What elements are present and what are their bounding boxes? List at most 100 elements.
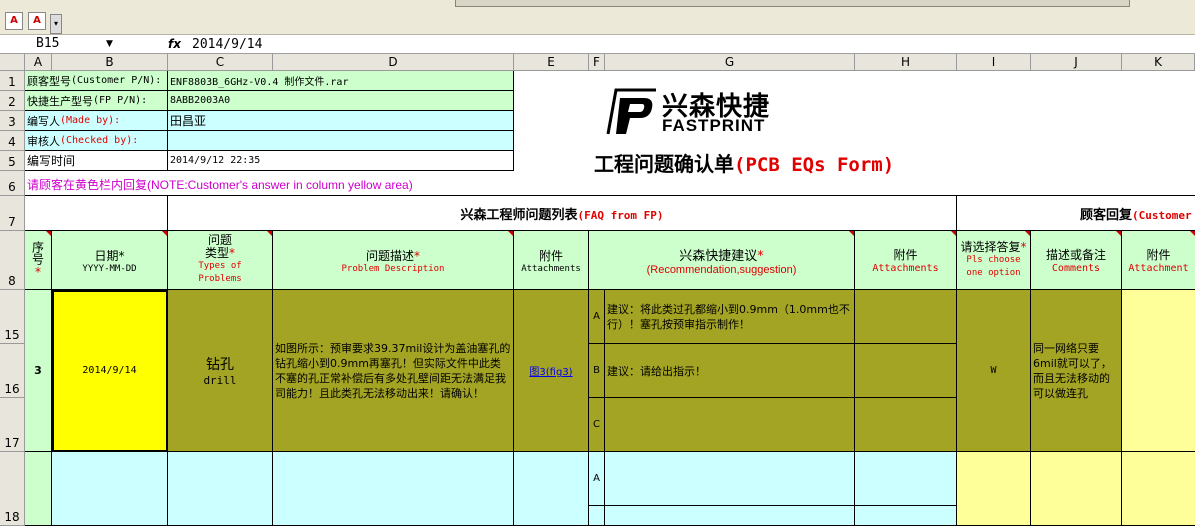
header-attach3-en: Attachment xyxy=(1128,263,1189,274)
option-key-b: B xyxy=(589,344,605,398)
next-description[interactable] xyxy=(273,452,514,526)
row-header-5[interactable]: 5 xyxy=(0,151,25,171)
col-header-c[interactable]: C xyxy=(168,54,273,71)
select-all-corner[interactable] xyxy=(0,54,25,71)
comment-marker xyxy=(849,231,854,236)
option-attach-b[interactable] xyxy=(855,344,957,398)
customer-pn-label-cn: 顾客型号 xyxy=(27,74,71,88)
next-customer-comment[interactable] xyxy=(1031,452,1122,526)
next-option-text-a[interactable] xyxy=(605,452,855,506)
fp-pn-value[interactable]: 8ABB2003A0 xyxy=(168,91,514,111)
issue-attachment-cell: 图3(fig3) xyxy=(514,290,589,452)
section-fp-en: (FAQ from FP) xyxy=(577,208,664,222)
next-customer-choice[interactable] xyxy=(957,452,1031,526)
header-choose: 请选择答复* Pls choose one option xyxy=(957,231,1031,290)
customer-attachment[interactable] xyxy=(1122,290,1195,452)
row-header-16[interactable]: 16 xyxy=(0,344,25,398)
header-attach-en: Attachments xyxy=(521,263,581,274)
customer-pn-label: 顾客型号 (Customer P/N): xyxy=(25,71,168,91)
header-desc-en: Problem Description xyxy=(341,263,445,274)
option-text-c[interactable] xyxy=(605,398,855,452)
col-header-h[interactable]: H xyxy=(855,54,957,71)
checked-by-label-cn: 审核人 xyxy=(27,134,60,148)
row-header-17[interactable]: 17 xyxy=(0,398,25,452)
col-header-g[interactable]: G xyxy=(605,54,855,71)
comment-marker xyxy=(1190,231,1195,236)
toolbar-strip xyxy=(455,0,1130,7)
form-title-en: (PCB EQs Form) xyxy=(734,154,895,176)
customer-choice[interactable]: W xyxy=(957,290,1031,452)
row-header-7[interactable]: 7 xyxy=(0,196,25,231)
fx-icon[interactable]: fx xyxy=(168,35,181,54)
fp-pn-label-cn: 快捷生产型号 xyxy=(27,94,93,108)
option-attach-a[interactable] xyxy=(855,290,957,344)
col-header-j[interactable]: J xyxy=(1031,54,1122,71)
col-header-k[interactable]: K xyxy=(1122,54,1195,71)
next-type[interactable] xyxy=(168,452,273,526)
option-text-b[interactable]: 建议：请给出指示！ xyxy=(605,344,855,398)
toolbar-options-icon[interactable]: ▾ xyxy=(50,14,62,34)
next-date[interactable] xyxy=(52,452,168,526)
issue-attachment-link[interactable]: 图3(fig3) xyxy=(529,363,572,378)
row-header-8[interactable]: 8 xyxy=(0,231,25,290)
col-header-d[interactable]: D xyxy=(273,54,514,71)
row-header-6[interactable]: 6 xyxy=(0,171,25,196)
comment-marker xyxy=(46,231,51,236)
option-key-c: C xyxy=(589,398,605,452)
col-header-b[interactable]: B xyxy=(52,54,168,71)
date-label: 编写时间 xyxy=(25,151,168,171)
header-choose-cn: 请选择答复 xyxy=(960,239,1021,254)
issue-description[interactable]: 如图所示：预审要求39.37mil设计为盖油塞孔的钻孔缩小到0.9mm再塞孔！但… xyxy=(273,290,514,452)
header-attach2-cn: 附件 xyxy=(893,248,918,262)
made-by-value[interactable]: 田昌亚 xyxy=(168,111,514,131)
row-header-4[interactable]: 4 xyxy=(0,131,25,151)
checked-by-label: 审核人 (Checked by): xyxy=(25,131,168,151)
header-type-en: Types of Problems xyxy=(198,261,242,284)
next-attachment[interactable] xyxy=(514,452,589,526)
row-header-18[interactable]: 18 xyxy=(0,452,25,526)
next-seq[interactable] xyxy=(25,452,52,526)
option-text-a[interactable]: 建议：将此类过孔都缩小到0.9mm（1.0mm也不行）！塞孔按预审指示制作！ xyxy=(605,290,855,344)
next-option-text-b[interactable] xyxy=(605,506,855,526)
option-attach-c[interactable] xyxy=(855,398,957,452)
name-box[interactable]: B15 xyxy=(0,35,122,54)
header-comments: 描述或备注 Comments xyxy=(1031,231,1122,290)
pdf-icon[interactable]: A xyxy=(5,12,23,30)
issue-date-cell[interactable]: 2014/9/14 xyxy=(52,290,168,452)
next-option-attach-b[interactable] xyxy=(855,506,957,526)
customer-note: 请顾客在黄色栏内回复(NOTE:Customer's answer in col… xyxy=(27,176,413,193)
row-header-2[interactable]: 2 xyxy=(0,91,25,111)
issue-seq[interactable]: 3 xyxy=(25,290,52,452)
customer-pn-label-en: (Customer P/N): xyxy=(71,75,162,86)
option-key-a: A xyxy=(589,290,605,344)
checked-by-value[interactable] xyxy=(168,131,514,151)
header-comments-cn: 描述或备注 xyxy=(1045,248,1106,262)
col-header-a[interactable]: A xyxy=(25,54,52,71)
pdf-icon[interactable]: A xyxy=(28,12,46,30)
next-option-key-b xyxy=(589,506,605,526)
issue-type[interactable]: 钻孔 drill xyxy=(168,290,273,452)
next-option-attach-a[interactable] xyxy=(855,452,957,506)
customer-pn-value[interactable]: ENF8803B_6GHz-V0.4 制作文件.rar xyxy=(168,71,514,91)
row-header-15[interactable]: 15 xyxy=(0,290,25,344)
issue-type-en: drill xyxy=(203,374,237,387)
col-header-f[interactable]: F xyxy=(589,54,605,71)
formula-input[interactable]: 2014/9/14 xyxy=(192,35,262,54)
header-rec-cn: 兴森快捷建议 xyxy=(679,248,758,264)
comment-marker xyxy=(508,231,513,236)
row-header-1[interactable]: 1 xyxy=(0,71,25,91)
next-customer-attachment[interactable] xyxy=(1122,452,1195,526)
customer-comment[interactable]: 同一网络只要6mil就可以了，而且无法移动的可以做连孔 xyxy=(1031,290,1122,452)
header-seq: 序号 * xyxy=(25,231,52,290)
header-attach-2: 附件 Attachments xyxy=(855,231,957,290)
col-header-i[interactable]: I xyxy=(957,54,1031,71)
col-header-e[interactable]: E xyxy=(514,54,589,71)
header-type-cn-2: 类型 xyxy=(204,246,229,260)
section-blank xyxy=(25,196,168,231)
section-fp-cn: 兴森工程师问题列表 xyxy=(460,207,578,223)
row-header-3[interactable]: 3 xyxy=(0,111,25,131)
chevron-down-icon[interactable]: ▼ xyxy=(106,35,113,54)
date-value[interactable]: 2014/9/12 22:35 xyxy=(168,151,514,171)
next-option-key-a: A xyxy=(589,452,605,506)
header-seq-cn: 序号 xyxy=(30,241,45,265)
